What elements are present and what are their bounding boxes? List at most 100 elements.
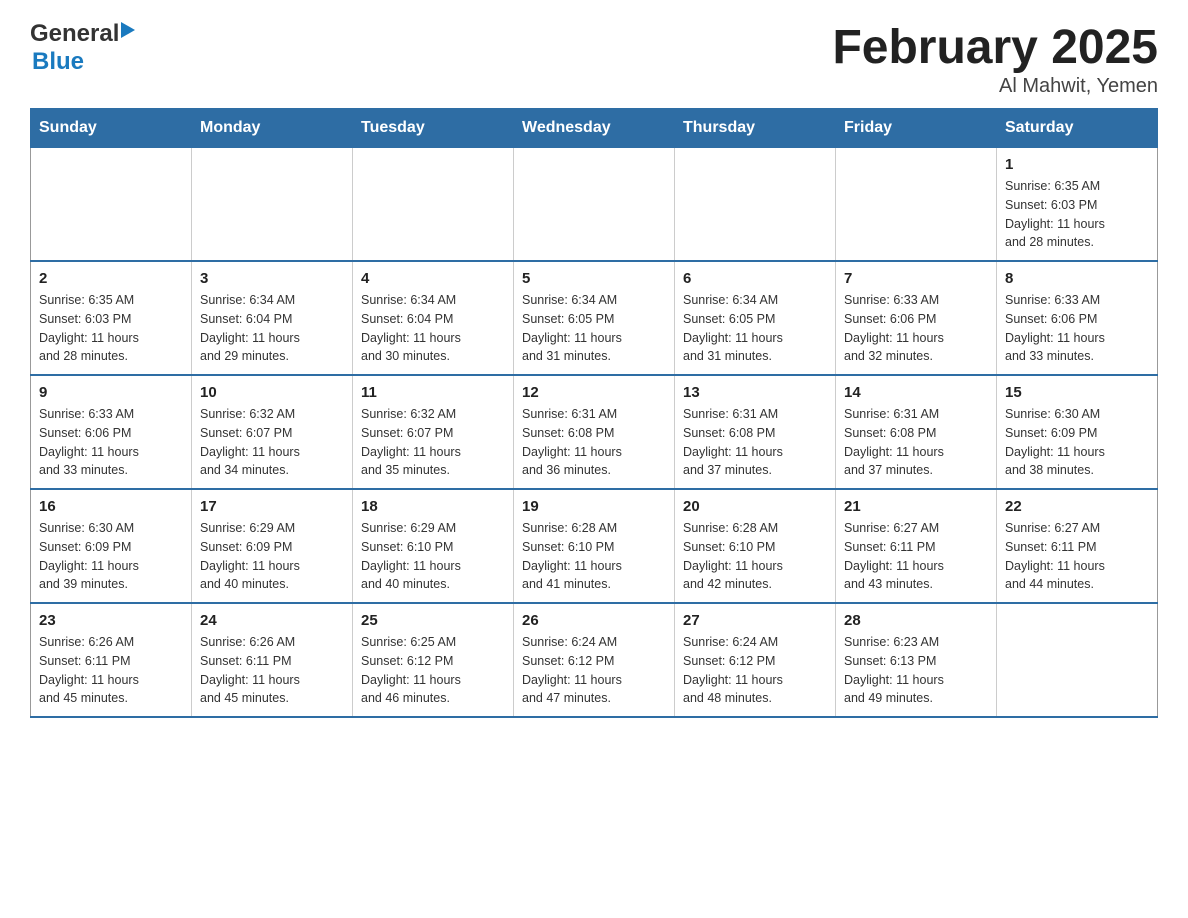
calendar-cell: 22Sunrise: 6:27 AM Sunset: 6:11 PM Dayli… [997, 489, 1158, 603]
day-number: 16 [39, 498, 183, 515]
calendar-cell: 14Sunrise: 6:31 AM Sunset: 6:08 PM Dayli… [836, 375, 997, 489]
page-title: February 2025 [832, 20, 1158, 75]
day-number: 27 [683, 612, 827, 629]
day-number: 19 [522, 498, 666, 515]
day-info: Sunrise: 6:26 AM Sunset: 6:11 PM Dayligh… [200, 633, 344, 708]
day-number: 15 [1005, 384, 1149, 401]
calendar-cell [514, 148, 675, 262]
day-number: 11 [361, 384, 505, 401]
day-info: Sunrise: 6:27 AM Sunset: 6:11 PM Dayligh… [1005, 519, 1149, 594]
day-number: 5 [522, 270, 666, 287]
calendar-week-4: 16Sunrise: 6:30 AM Sunset: 6:09 PM Dayli… [31, 489, 1158, 603]
weekday-sunday: Sunday [31, 109, 192, 148]
calendar-cell: 21 Sunrise: 6:27 AM Sunset: 6:11 PM Dayli… [836, 489, 997, 603]
calendar-cell: 4 Sunrise: 6:34 AM Sunset: 6:04 PM Daylig… [353, 261, 514, 375]
weekday-thursday: Thursday [675, 109, 836, 148]
day-info: Sunrise: 6:30 AM Sunset: 6:09 PM Dayligh… [1005, 405, 1149, 480]
day-number: 24 [200, 612, 344, 629]
day-info: Sunrise: 6:27 AM Sunset: 6:11 PM Dayligh… [844, 519, 988, 594]
calendar-cell: 19 Sunrise: 6:28 AM Sunset: 6:10 PM Dayli… [514, 489, 675, 603]
day-info: Sunrise: 6:25 AM Sunset: 6:12 PM Dayligh… [361, 633, 505, 708]
calendar-cell: 3 Sunrise: 6:34 AM Sunset: 6:04 PM Daylig… [192, 261, 353, 375]
day-number: 28 [844, 612, 988, 629]
calendar-cell: 16Sunrise: 6:30 AM Sunset: 6:09 PM Dayli… [31, 489, 192, 603]
day-info: Sunrise: 6:34 AM Sunset: 6:05 PM Dayligh… [683, 291, 827, 366]
calendar-cell: 25 Sunrise: 6:25 AM Sunset: 6:12 PM Dayli… [353, 603, 514, 717]
day-number: 21 [844, 498, 988, 515]
day-number: 13 [683, 384, 827, 401]
day-info: Sunrise: 6:31 AM Sunset: 6:08 PM Dayligh… [522, 405, 666, 480]
calendar-cell: 28 Sunrise: 6:23 AM Sunset: 6:13 PM Dayli… [836, 603, 997, 717]
calendar-cell: 12Sunrise: 6:31 AM Sunset: 6:08 PM Dayli… [514, 375, 675, 489]
weekday-monday: Monday [192, 109, 353, 148]
calendar-cell: 24 Sunrise: 6:26 AM Sunset: 6:11 PM Dayli… [192, 603, 353, 717]
day-number: 3 [200, 270, 344, 287]
day-info: Sunrise: 6:35 AM Sunset: 6:03 PM Dayligh… [1005, 177, 1149, 252]
calendar-cell: 18Sunrise: 6:29 AM Sunset: 6:10 PM Dayli… [353, 489, 514, 603]
page-subtitle: Al Mahwit, Yemen [832, 75, 1158, 98]
day-info: Sunrise: 6:24 AM Sunset: 6:12 PM Dayligh… [522, 633, 666, 708]
day-info: Sunrise: 6:33 AM Sunset: 6:06 PM Dayligh… [1005, 291, 1149, 366]
day-info: Sunrise: 6:33 AM Sunset: 6:06 PM Dayligh… [844, 291, 988, 366]
calendar-cell: 20 Sunrise: 6:28 AM Sunset: 6:10 PM Dayli… [675, 489, 836, 603]
calendar-cell: 2Sunrise: 6:35 AM Sunset: 6:03 PM Daylig… [31, 261, 192, 375]
calendar-header-row: Sunday Monday Tuesday Wednesday Thursday… [31, 109, 1158, 148]
day-number: 9 [39, 384, 183, 401]
calendar-cell: 9 Sunrise: 6:33 AM Sunset: 6:06 PM Daylig… [31, 375, 192, 489]
calendar-cell: 23Sunrise: 6:26 AM Sunset: 6:11 PM Dayli… [31, 603, 192, 717]
calendar-cell [31, 148, 192, 262]
weekday-friday: Friday [836, 109, 997, 148]
calendar-cell [997, 603, 1158, 717]
calendar-cell: 27Sunrise: 6:24 AM Sunset: 6:12 PM Dayli… [675, 603, 836, 717]
calendar-cell: 1 Sunrise: 6:35 AM Sunset: 6:03 PM Daylig… [997, 148, 1158, 262]
day-info: Sunrise: 6:32 AM Sunset: 6:07 PM Dayligh… [361, 405, 505, 480]
logo: General Blue [30, 20, 137, 76]
day-info: Sunrise: 6:29 AM Sunset: 6:09 PM Dayligh… [200, 519, 344, 594]
calendar-cell [675, 148, 836, 262]
day-number: 25 [361, 612, 505, 629]
day-number: 8 [1005, 270, 1149, 287]
page-header: General Blue February 2025 Al Mahwit, Ye… [30, 20, 1158, 98]
calendar-cell: 8 Sunrise: 6:33 AM Sunset: 6:06 PM Daylig… [997, 261, 1158, 375]
day-number: 2 [39, 270, 183, 287]
calendar-cell: 7Sunrise: 6:33 AM Sunset: 6:06 PM Daylig… [836, 261, 997, 375]
calendar-cell: 13 Sunrise: 6:31 AM Sunset: 6:08 PM Dayli… [675, 375, 836, 489]
calendar-cell: 5 Sunrise: 6:34 AM Sunset: 6:05 PM Daylig… [514, 261, 675, 375]
calendar-week-2: 2Sunrise: 6:35 AM Sunset: 6:03 PM Daylig… [31, 261, 1158, 375]
weekday-wednesday: Wednesday [514, 109, 675, 148]
calendar-cell [836, 148, 997, 262]
title-block: February 2025 Al Mahwit, Yemen [832, 20, 1158, 98]
calendar-cell: 11 Sunrise: 6:32 AM Sunset: 6:07 PM Dayli… [353, 375, 514, 489]
calendar-cell [353, 148, 514, 262]
day-info: Sunrise: 6:33 AM Sunset: 6:06 PM Dayligh… [39, 405, 183, 480]
logo-blue: Blue [32, 48, 84, 75]
day-number: 6 [683, 270, 827, 287]
calendar-week-3: 9 Sunrise: 6:33 AM Sunset: 6:06 PM Daylig… [31, 375, 1158, 489]
calendar-cell: 26 Sunrise: 6:24 AM Sunset: 6:12 PM Dayli… [514, 603, 675, 717]
day-info: Sunrise: 6:23 AM Sunset: 6:13 PM Dayligh… [844, 633, 988, 708]
calendar-week-1: 1 Sunrise: 6:35 AM Sunset: 6:03 PM Daylig… [31, 148, 1158, 262]
calendar-cell: 15 Sunrise: 6:30 AM Sunset: 6:09 PM Dayli… [997, 375, 1158, 489]
day-info: Sunrise: 6:34 AM Sunset: 6:05 PM Dayligh… [522, 291, 666, 366]
day-info: Sunrise: 6:34 AM Sunset: 6:04 PM Dayligh… [200, 291, 344, 366]
calendar-cell: 6 Sunrise: 6:34 AM Sunset: 6:05 PM Daylig… [675, 261, 836, 375]
day-info: Sunrise: 6:26 AM Sunset: 6:11 PM Dayligh… [39, 633, 183, 708]
day-info: Sunrise: 6:28 AM Sunset: 6:10 PM Dayligh… [522, 519, 666, 594]
calendar-week-5: 23Sunrise: 6:26 AM Sunset: 6:11 PM Dayli… [31, 603, 1158, 717]
day-number: 10 [200, 384, 344, 401]
day-info: Sunrise: 6:34 AM Sunset: 6:04 PM Dayligh… [361, 291, 505, 366]
day-number: 4 [361, 270, 505, 287]
day-number: 20 [683, 498, 827, 515]
logo-text: General Blue [30, 20, 137, 76]
weekday-tuesday: Tuesday [353, 109, 514, 148]
day-number: 1 [1005, 156, 1149, 173]
day-number: 17 [200, 498, 344, 515]
day-info: Sunrise: 6:31 AM Sunset: 6:08 PM Dayligh… [683, 405, 827, 480]
day-info: Sunrise: 6:29 AM Sunset: 6:10 PM Dayligh… [361, 519, 505, 594]
logo-general: General [30, 20, 119, 48]
day-number: 26 [522, 612, 666, 629]
day-info: Sunrise: 6:28 AM Sunset: 6:10 PM Dayligh… [683, 519, 827, 594]
calendar-table: Sunday Monday Tuesday Wednesday Thursday… [30, 108, 1158, 718]
calendar-cell: 17 Sunrise: 6:29 AM Sunset: 6:09 PM Dayli… [192, 489, 353, 603]
weekday-saturday: Saturday [997, 109, 1158, 148]
